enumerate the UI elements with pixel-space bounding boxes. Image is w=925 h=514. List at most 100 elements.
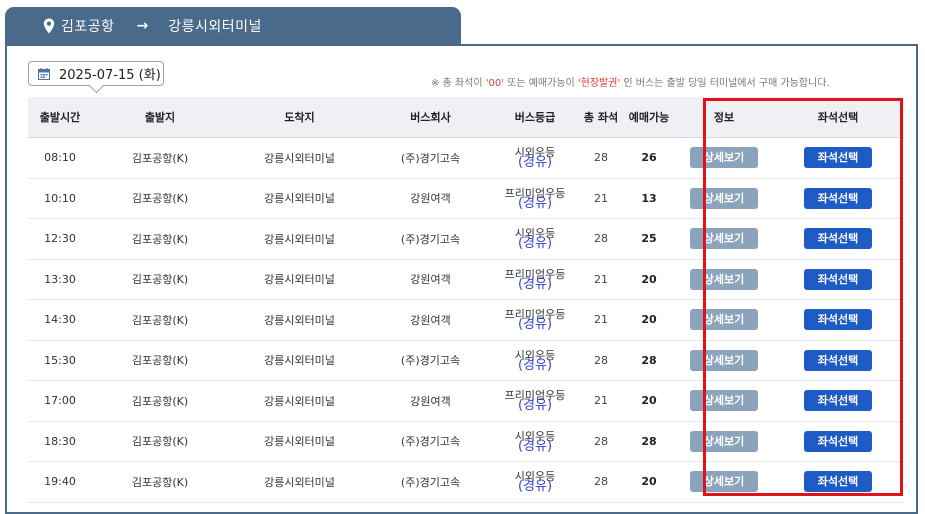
- destination: 강릉시외터미널: [228, 299, 371, 341]
- available-seats: 26: [622, 137, 676, 179]
- selected-date: 2025-07-15 (화): [59, 68, 161, 83]
- total-seats: 28: [580, 218, 622, 260]
- total-seats: 28: [580, 340, 622, 381]
- origin: 김포공항(K): [92, 340, 228, 381]
- table-row: 17:00 김포공항(K) 강릉시외터미널 강원여객 프리미엄우등 (경유) 21 20 상세보…: [28, 380, 904, 422]
- table-header-row: 출발시간 출발지 도착지 버스회사 버스등급 총 좌석 예매가능 정보 좌석선택: [28, 97, 904, 138]
- origin: 김포공항(K): [92, 137, 228, 179]
- notice-zero: '00': [485, 78, 504, 89]
- bus-grade-cell: 프리미엄우등 (경유): [490, 299, 580, 341]
- destination: 강릉시외터미널: [228, 218, 371, 260]
- bus-grade-route: (경유): [517, 236, 553, 252]
- detail-button[interactable]: 상세보기: [690, 349, 758, 371]
- destination: 강릉시외터미널: [228, 340, 371, 381]
- bus-grade-route: (경유): [517, 438, 553, 454]
- seat-select-cell: 좌석선택: [772, 380, 904, 422]
- col-header-origin: 출발지: [92, 97, 228, 138]
- destination: 강릉시외터미널: [228, 259, 371, 300]
- info-cell: 상세보기: [676, 259, 772, 300]
- seat-select-button[interactable]: 좌석선택: [804, 268, 872, 290]
- notice-middle: 또는 예매가능이: [503, 78, 578, 89]
- depart-time: 14:30: [28, 299, 92, 341]
- destination: 강릉시외터미널: [228, 380, 371, 422]
- notice-onsite: '현장발권': [577, 78, 621, 89]
- bus-grade-route: (경유): [517, 195, 553, 211]
- destination: 강릉시외터미널: [228, 137, 371, 179]
- total-seats: 21: [580, 259, 622, 300]
- origin: 김포공항(K): [92, 461, 228, 503]
- seat-select-button[interactable]: 좌석선택: [804, 430, 872, 452]
- col-header-grade: 버스등급: [490, 97, 580, 138]
- detail-button[interactable]: 상세보기: [690, 147, 758, 169]
- seat-select-button[interactable]: 좌석선택: [804, 309, 872, 331]
- table-row: 14:30 김포공항(K) 강릉시외터미널 강원여객 프리미엄우등 (경유) 21 20 상세보…: [28, 299, 904, 341]
- depart-time: 17:00: [28, 380, 92, 422]
- table-row: 18:30 김포공항(K) 강릉시외터미널 (주)경기고속 시외우등 (경유) 28 28 상세…: [28, 421, 904, 462]
- bus-company: 강원여객: [371, 259, 490, 300]
- calendar-icon: [38, 67, 50, 80]
- depart-time: 12:30: [28, 218, 92, 260]
- seat-select-cell: 좌석선택: [772, 461, 904, 503]
- bus-company: 강원여객: [371, 178, 490, 219]
- info-cell: 상세보기: [676, 461, 772, 503]
- origin: 김포공항(K): [92, 259, 228, 300]
- bus-company: (주)경기고속: [371, 461, 490, 503]
- detail-button[interactable]: 상세보기: [690, 228, 758, 250]
- route-origin: 김포공항: [61, 18, 115, 35]
- total-seats: 28: [580, 421, 622, 462]
- depart-time: 19:40: [28, 461, 92, 503]
- bus-company: (주)경기고속: [371, 137, 490, 179]
- detail-button[interactable]: 상세보기: [690, 268, 758, 290]
- available-seats: 28: [622, 421, 676, 462]
- bus-grade-route: (경유): [517, 398, 553, 414]
- info-cell: 상세보기: [676, 218, 772, 260]
- seat-select-button[interactable]: 좌석선택: [804, 390, 872, 412]
- bus-company: (주)경기고속: [371, 421, 490, 462]
- seat-select-button[interactable]: 좌석선택: [804, 147, 872, 169]
- origin: 김포공항(K): [92, 218, 228, 260]
- bus-grade-route: (경유): [517, 357, 553, 373]
- seat-select-cell: 좌석선택: [772, 178, 904, 219]
- available-seats: 20: [622, 299, 676, 341]
- bus-grade-route: (경유): [517, 276, 553, 292]
- available-seats: 20: [622, 259, 676, 300]
- seat-select-cell: 좌석선택: [772, 218, 904, 260]
- table-row: 13:30 김포공항(K) 강릉시외터미널 강원여객 프리미엄우등 (경유) 21 20 상세보…: [28, 259, 904, 300]
- origin: 김포공항(K): [92, 421, 228, 462]
- depart-time: 08:10: [28, 137, 92, 179]
- bus-grade-route: (경유): [517, 317, 553, 333]
- map-pin-icon: [43, 18, 55, 33]
- info-cell: 상세보기: [676, 380, 772, 422]
- bus-schedule-table: 출발시간 출발지 도착지 버스회사 버스등급 총 좌석 예매가능 정보 좌석선택…: [28, 97, 904, 503]
- bus-grade-route: (경유): [517, 479, 553, 495]
- detail-button[interactable]: 상세보기: [690, 187, 758, 209]
- date-selector[interactable]: 2025-07-15 (화): [28, 61, 164, 94]
- seat-select-button[interactable]: 좌석선택: [804, 349, 872, 371]
- col-header-info: 정보: [676, 97, 772, 138]
- available-seats: 20: [622, 380, 676, 422]
- detail-button[interactable]: 상세보기: [690, 430, 758, 452]
- seat-select-button[interactable]: 좌석선택: [804, 471, 872, 493]
- detail-button[interactable]: 상세보기: [690, 471, 758, 493]
- seat-select-button[interactable]: 좌석선택: [804, 228, 872, 250]
- route-arrow-icon: →: [136, 17, 149, 34]
- total-seats: 21: [580, 299, 622, 341]
- detail-button[interactable]: 상세보기: [690, 390, 758, 412]
- total-seats: 21: [580, 380, 622, 422]
- bus-grade-cell: 프리미엄우등 (경유): [490, 178, 580, 219]
- bus-grade-cell: 시외우등 (경유): [490, 461, 580, 503]
- origin: 김포공항(K): [92, 178, 228, 219]
- available-seats: 20: [622, 461, 676, 503]
- info-cell: 상세보기: [676, 421, 772, 462]
- bus-grade-cell: 시외우등 (경유): [490, 218, 580, 260]
- origin: 김포공항(K): [92, 299, 228, 341]
- bus-grade-cell: 시외우등 (경유): [490, 340, 580, 381]
- destination: 강릉시외터미널: [228, 178, 371, 219]
- seat-select-cell: 좌석선택: [772, 259, 904, 300]
- seat-select-button[interactable]: 좌석선택: [804, 187, 872, 209]
- purchase-notice: ※ 총 좌석이 '00' 또는 예매가능이 '현장발권' 인 버스는 출발 당일…: [431, 74, 830, 89]
- notice-suffix: 인 버스는 출발 당일 터미널에서 구매 가능합니다.: [620, 78, 830, 89]
- col-header-depart-time: 출발시간: [28, 97, 92, 138]
- col-header-company: 버스회사: [371, 97, 490, 138]
- detail-button[interactable]: 상세보기: [690, 309, 758, 331]
